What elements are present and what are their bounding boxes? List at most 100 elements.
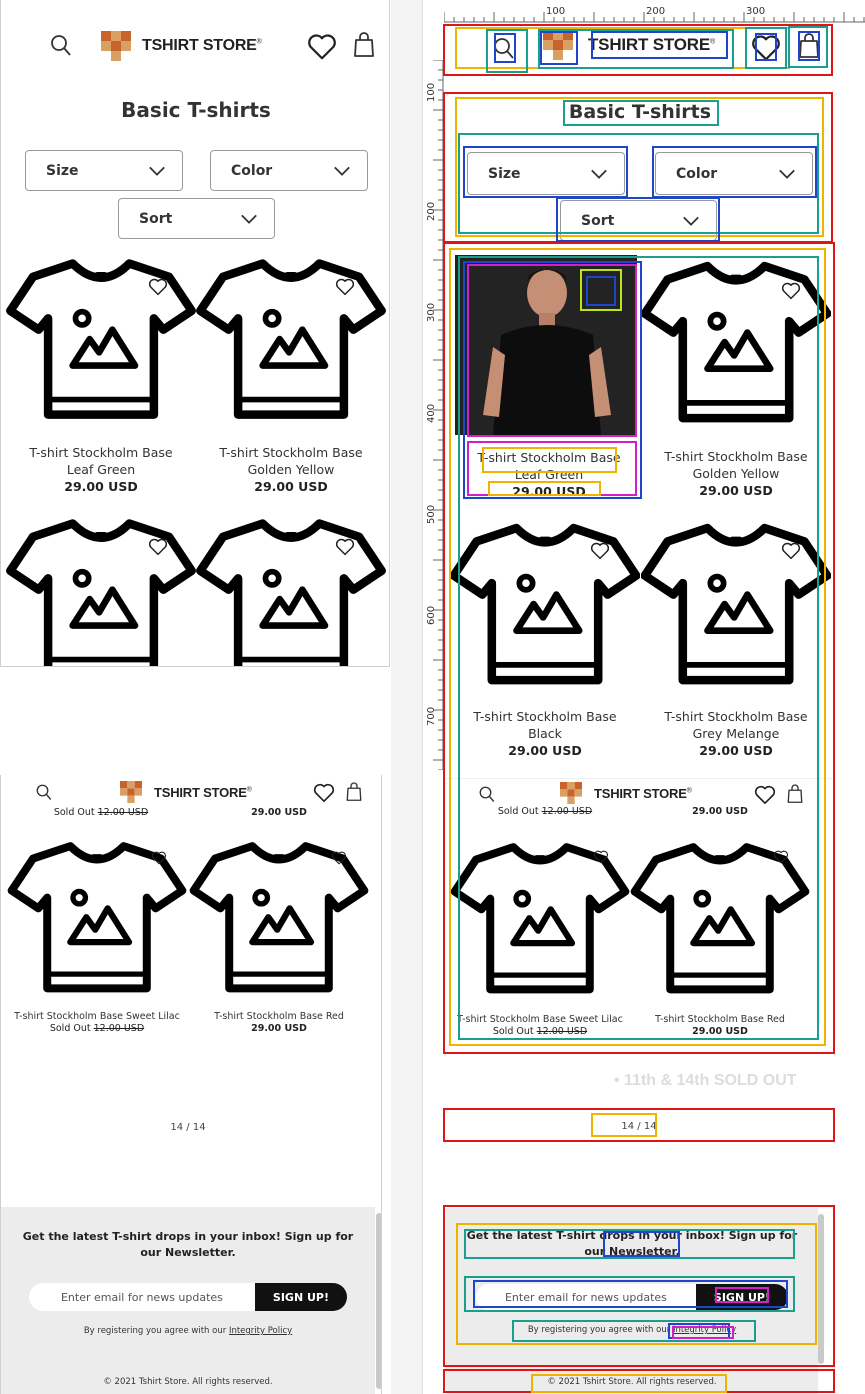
size-filter[interactable]: Size	[25, 150, 183, 191]
size-filter-label: Size	[488, 165, 521, 182]
tshirt-placeholder-icon	[630, 840, 810, 1000]
product-name: T-shirt Stockholm Base Red	[655, 1014, 785, 1025]
wishlist-heart-icon[interactable]	[591, 283, 611, 301]
product-card[interactable]	[5, 516, 197, 667]
product-price: Sold Out 12.00 USD	[49, 1023, 145, 1034]
prev-row-left: Sold Out 12.00 USD	[497, 806, 593, 817]
site-header-sticky: TSHIRT STORE®	[446, 778, 832, 808]
sold-out-note: • 11th & 14th SOLD OUT	[614, 1072, 797, 1089]
product-card[interactable]: T-shirt Stockholm Base Golden Yellow 29.0…	[195, 256, 387, 495]
tshirt-placeholder-icon	[450, 840, 630, 1000]
product-name: T-shirt Stockholm Base Sweet Lilac	[14, 1011, 180, 1022]
ruler-label: 500	[426, 504, 437, 524]
bag-icon[interactable]	[345, 781, 363, 803]
bag-icon[interactable]	[352, 31, 376, 59]
search-icon[interactable]	[478, 785, 496, 803]
store-name: TSHIRT STORE®	[594, 785, 692, 801]
wishlist-heart-icon[interactable]	[751, 34, 781, 62]
prev-row-right: 29.00 USD	[692, 806, 748, 817]
wishlist-heart-icon[interactable]	[335, 278, 355, 296]
screen-top: TSHIRT STORE® Basic T-shirts Size Color …	[0, 0, 390, 667]
wishlist-heart-icon[interactable]	[781, 282, 801, 300]
wishlist-heart-icon[interactable]	[781, 542, 801, 560]
scrollbar[interactable]	[818, 1214, 824, 1364]
ruler-label: 300	[746, 6, 766, 17]
store-logo[interactable]: TSHIRT STORE®	[540, 30, 715, 60]
page-title: Basic T-shirts	[121, 98, 271, 122]
ruler-label: 700	[426, 706, 437, 726]
integrity-policy-link[interactable]: Integrity Policy	[673, 1325, 736, 1335]
bag-icon[interactable]	[786, 783, 804, 805]
color-filter[interactable]: Color	[210, 150, 368, 191]
wishlist-heart-icon[interactable]	[148, 538, 168, 556]
integrity-policy-link[interactable]: Integrity Policy	[229, 1326, 292, 1336]
newsletter-form: SIGN UP!	[29, 1283, 347, 1311]
ruler-label: 100	[426, 82, 437, 102]
product-card[interactable]: T-shirt Stockholm Base Grey Melange 29.00…	[641, 520, 831, 759]
wishlist-heart-icon[interactable]	[313, 783, 335, 803]
product-card[interactable]: T-shirt Stockholm Base Red 29.00 USD	[630, 840, 810, 1038]
search-icon[interactable]	[35, 783, 53, 801]
tshirt-placeholder-icon	[196, 256, 386, 426]
sort-filter[interactable]: Sort	[118, 198, 275, 239]
wishlist-heart-icon[interactable]	[307, 33, 337, 61]
color-filter[interactable]: Color	[655, 152, 813, 195]
store-name: TSHIRT STORE®	[588, 35, 715, 54]
size-filter-label: Size	[46, 162, 79, 179]
tshirt-placeholder-icon	[641, 258, 831, 430]
size-filter[interactable]: Size	[467, 152, 625, 195]
site-header: TSHIRT STORE®	[1, 26, 390, 66]
wishlist-heart-icon[interactable]	[331, 851, 347, 865]
product-price: 29.00 USD	[699, 483, 773, 498]
product-card[interactable]: T-shirt Stockholm Base Golden Yellow 29.0…	[641, 258, 831, 499]
wishlist-heart-icon[interactable]	[335, 538, 355, 556]
copyright: © 2021 Tshirt Store. All rights reserved…	[103, 1377, 273, 1387]
chevron-down-icon	[778, 168, 796, 180]
product-card[interactable]: T-shirt Stockholm Base Sweet Lilac Sold …	[7, 839, 187, 1035]
wishlist-heart-icon[interactable]	[773, 850, 789, 864]
wishlist-heart-icon[interactable]	[590, 542, 610, 560]
wishlist-heart-icon[interactable]	[151, 851, 167, 865]
product-card[interactable]: T-shirt Stockholm Base Red 29.00 USD	[189, 839, 369, 1035]
newsletter-form: SIGN UP!	[476, 1284, 788, 1310]
signup-button[interactable]: SIGN UP!	[254, 1283, 347, 1311]
email-input[interactable]	[29, 1283, 255, 1311]
store-logo[interactable]: TSHIRT STORE®	[98, 31, 262, 61]
sort-filter[interactable]: Sort	[560, 200, 717, 241]
scrollbar[interactable]	[376, 1213, 381, 1389]
store-logo[interactable]: TSHIRT STORE®	[118, 781, 252, 803]
search-icon[interactable]	[492, 36, 516, 60]
model-photo	[455, 255, 637, 435]
signup-button[interactable]: SIGN UP!	[695, 1284, 788, 1310]
ruler-label: 200	[646, 6, 666, 17]
ruler-label: 300	[426, 302, 437, 322]
chevron-down-icon	[590, 168, 608, 180]
product-name: T-shirt Stockholm Base Leaf Green	[477, 450, 621, 482]
search-icon[interactable]	[49, 33, 73, 57]
store-name: TSHIRT STORE®	[142, 37, 262, 54]
product-card[interactable]: T-shirt Stockholm Base Sweet Lilac Sold …	[450, 840, 630, 1038]
product-name: T-shirt Stockholm Base Leaf Green	[29, 445, 173, 477]
product-card[interactable]: T-shirt Stockholm Base Black 29.00 USD	[450, 520, 640, 759]
email-input[interactable]	[476, 1284, 696, 1310]
wishlist-heart-icon[interactable]	[593, 850, 609, 864]
product-price: 29.00 USD	[508, 743, 582, 758]
tshirt-placeholder-icon	[450, 520, 640, 692]
product-card[interactable]: T-shirt Stockholm Base Leaf Green 29.00 U…	[455, 255, 643, 500]
color-filter-label: Color	[231, 162, 273, 179]
wishlist-heart-icon[interactable]	[754, 785, 776, 805]
bag-icon[interactable]	[797, 32, 821, 60]
product-price: 29.00 USD	[251, 1023, 307, 1034]
logo-icon	[118, 781, 144, 803]
product-name: T-shirt Stockholm Base Black	[473, 709, 617, 741]
wishlist-heart-icon[interactable]	[148, 278, 168, 296]
sort-filter-label: Sort	[139, 210, 173, 227]
product-name: T-shirt Stockholm Base Golden Yellow	[219, 445, 363, 477]
tshirt-placeholder-icon	[641, 520, 831, 692]
product-price: Sold Out 12.00 USD	[492, 1026, 588, 1037]
product-card[interactable]	[195, 516, 387, 667]
product-card[interactable]: T-shirt Stockholm Base Leaf Green 29.00 U…	[5, 256, 197, 495]
chevron-down-icon	[333, 165, 351, 177]
agree-text: By registering you agree with our Integr…	[527, 1325, 737, 1335]
store-logo[interactable]: TSHIRT STORE®	[558, 782, 692, 804]
